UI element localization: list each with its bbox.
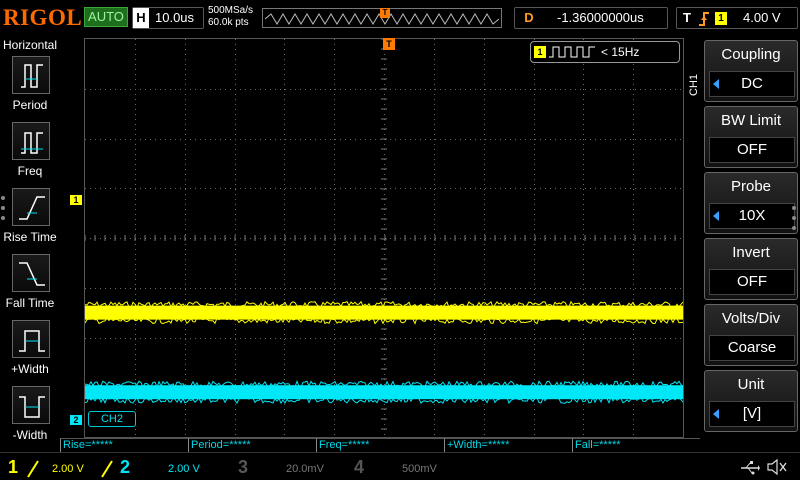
frequency-counter: 1 < 15Hz (530, 41, 680, 63)
period-icon (12, 56, 50, 94)
channel-scale: 2.00 V (168, 463, 200, 475)
ch1-status[interactable]: 1 2.00 V (4, 457, 114, 479)
channel-scale: 500mV (402, 463, 437, 475)
top-status-bar: RIGOL AUTO H 10.0us 500MSa/s 60.0k pts T… (0, 0, 800, 36)
menu-label: -Width (12, 428, 48, 442)
menu-item-value: DC (709, 71, 795, 97)
left-arrow-icon (713, 211, 719, 221)
trigger-key: T (679, 8, 695, 28)
trigger-source-badge: 1 (715, 12, 727, 25)
menu-item-invert[interactable]: Invert OFF (704, 238, 798, 300)
timebase-value: 10.0us (155, 10, 195, 25)
delay-key: D (521, 8, 537, 28)
ch2-trace (85, 380, 683, 405)
menu-item-unit[interactable]: Unit [V] (704, 370, 798, 432)
acquisition-info: 500MSa/s 60.0k pts (208, 5, 253, 29)
ch4-status[interactable]: 4 500mV (346, 457, 456, 479)
menu-item-title: BW Limit (721, 112, 781, 129)
menu-title: Horizontal (3, 38, 58, 52)
menu-label: Freq (17, 164, 43, 178)
neg-width-icon (12, 386, 50, 424)
menu-page-dots (1, 196, 7, 226)
fall-time-icon (12, 254, 50, 292)
waveform-display[interactable] (84, 38, 684, 438)
ch2-label-tag: CH2 (88, 411, 136, 427)
menu-item-value: 10X (709, 203, 795, 229)
horizontal-measure-menu: Horizontal Period Freq Rise Time Fall Ti… (0, 36, 60, 450)
left-arrow-icon (713, 79, 719, 89)
menu-item-fall-time[interactable]: Fall Time (0, 254, 60, 316)
channel-status-bar: 1 2.00 V 2 2.00 V 3 20.0mV 4 500mV (0, 452, 800, 480)
menu-page-dots (792, 206, 796, 236)
ch2-status[interactable]: 2 2.00 V (101, 457, 224, 479)
menu-item-rise-time[interactable]: Rise Time (0, 188, 60, 250)
ch2-tilt-icon (101, 460, 113, 478)
timebase-key: H (133, 8, 149, 28)
freq-icon (12, 122, 50, 160)
menu-item-value: OFF (709, 269, 795, 295)
menu-item-title: Invert (732, 244, 770, 261)
freq-value: < 15Hz (601, 45, 640, 59)
menu-label: Fall Time (5, 296, 55, 310)
menu-item-bw-limit[interactable]: BW Limit OFF (704, 106, 798, 168)
ch1-trace (85, 300, 683, 325)
menu-item-title: Coupling (721, 46, 781, 63)
ch2-offset-marker[interactable]: 2 (70, 415, 82, 425)
measurement-freq[interactable]: Freq=***** (316, 438, 444, 452)
delay-box[interactable]: D -1.36000000us (514, 7, 668, 29)
menu-item-pos-width[interactable]: +Width (0, 320, 60, 382)
run-state-badge[interactable]: AUTO (84, 7, 128, 27)
measurement-fall[interactable]: Fall=***** (572, 438, 700, 452)
rising-edge-icon (699, 12, 709, 26)
pos-width-icon (12, 320, 50, 358)
channel-number: 4 (354, 457, 365, 477)
trigger-level: 4.00 V (743, 10, 781, 25)
measurement-rise[interactable]: Rise=***** (60, 438, 188, 452)
menu-item-value: [V] (709, 401, 795, 427)
memory-depth: 60.0k pts (208, 17, 249, 28)
trigger-time-marker[interactable]: T (383, 38, 395, 50)
channel-number: 1 (8, 457, 19, 477)
menu-item-title: Volts/Div (721, 310, 781, 327)
ch1-offset-marker[interactable]: 1 (70, 195, 82, 205)
timebase-box[interactable]: H 10.0us (132, 7, 204, 29)
rise-time-icon (12, 188, 50, 226)
ch1-tilt-icon (27, 460, 39, 478)
menu-item-probe[interactable]: Probe 10X (704, 172, 798, 234)
channel-number: 3 (238, 457, 249, 477)
usb-icon (741, 461, 760, 475)
brand-logo: RIGOL (3, 5, 83, 30)
channel-settings-menu: Coupling DC BW Limit OFF Probe 10X Inver… (704, 36, 800, 450)
measurement-bar: Rise=***** Period=***** Freq=***** +Widt… (60, 438, 700, 452)
menu-item-neg-width[interactable]: -Width (0, 386, 60, 448)
menu-item-volts-div[interactable]: Volts/Div Coarse (704, 304, 798, 366)
left-arrow-icon (713, 409, 719, 419)
measurement-pos-width[interactable]: +Width=***** (444, 438, 572, 452)
speaker-mute-icon[interactable] (766, 458, 788, 476)
menu-label: +Width (11, 362, 49, 376)
square-wave-icon (549, 46, 595, 58)
freq-channel-badge: 1 (534, 46, 546, 58)
menu-item-title: Probe (730, 178, 772, 195)
sample-rate: 500MSa/s (208, 5, 254, 16)
ch3-status[interactable]: 3 20.0mV (230, 457, 340, 479)
delay-value: -1.36000000us (557, 10, 644, 25)
channel-menu-label: CH1 (688, 74, 700, 97)
menu-item-value: Coarse (709, 335, 795, 361)
menu-item-coupling[interactable]: Coupling DC (704, 40, 798, 102)
channel-scale: 2.00 V (52, 463, 84, 475)
channel-number: 2 (120, 457, 131, 477)
menu-item-value: OFF (709, 137, 795, 163)
trigger-box[interactable]: T 1 4.00 V (676, 7, 798, 29)
measurement-period[interactable]: Period=***** (188, 438, 316, 452)
menu-item-freq[interactable]: Freq (0, 122, 60, 184)
trigger-position-marker: T (380, 8, 390, 18)
menu-item-period[interactable]: Period (0, 56, 60, 118)
menu-label: Rise Time (3, 230, 57, 244)
waveform-traces (85, 300, 683, 405)
channel-scale: 20.0mV (286, 463, 324, 475)
menu-label: Period (12, 98, 48, 112)
menu-item-title: Unit (737, 376, 765, 393)
